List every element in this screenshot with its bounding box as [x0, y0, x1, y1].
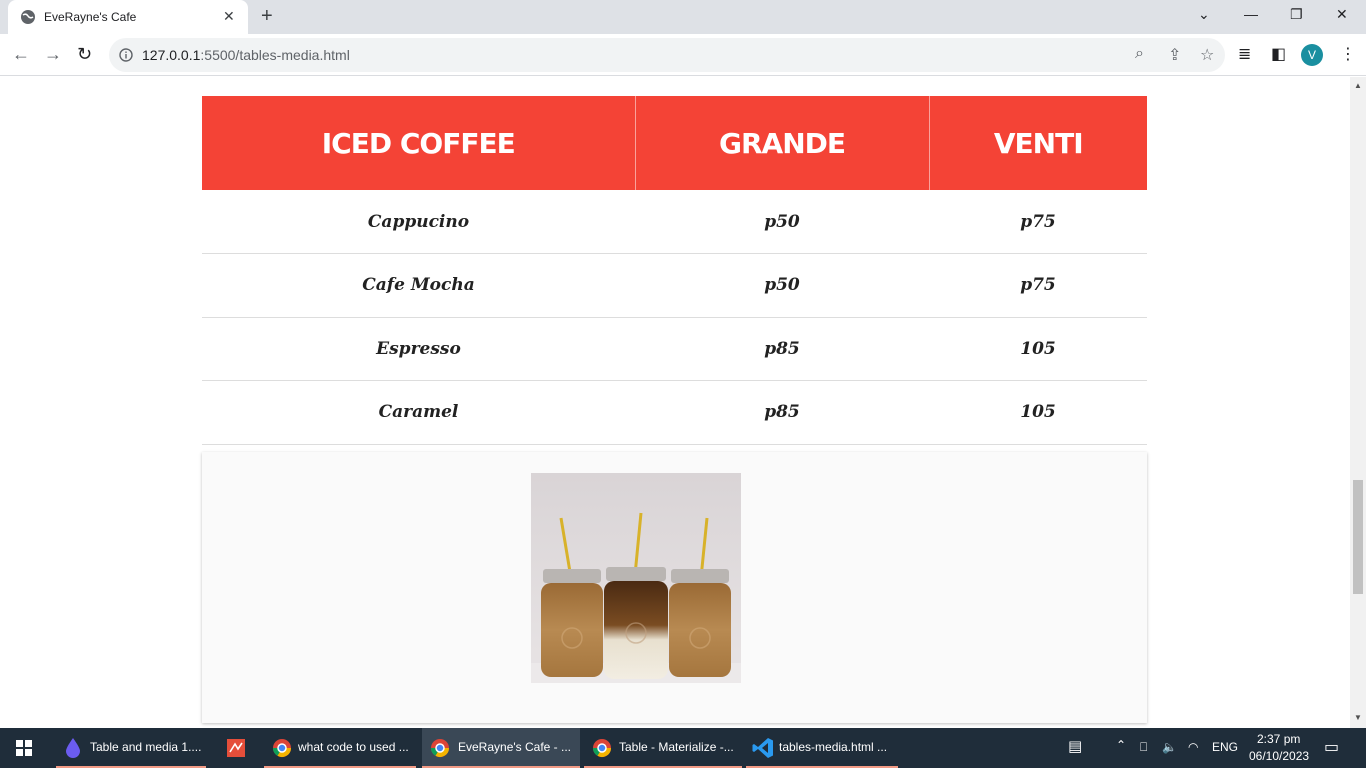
- restore-icon[interactable]: ❐: [1290, 6, 1303, 23]
- table-cell: 105: [929, 317, 1147, 381]
- table-cell: 105: [929, 380, 1147, 445]
- zoom-icon[interactable]: ⌕: [1135, 45, 1144, 63]
- media-control-icon[interactable]: ≣: [1238, 44, 1251, 64]
- table-cell: Caramel: [202, 380, 635, 445]
- table-cell: Espresso: [202, 317, 635, 381]
- table-cell: p75: [929, 190, 1147, 254]
- table-cell: Cafe Mocha: [202, 253, 635, 318]
- address-bar[interactable]: 127.0.0.1:5500/tables-media.html ⌕ ⇪ ☆: [109, 38, 1225, 72]
- taskbar-item-vscode[interactable]: tables-media.html ...: [746, 728, 898, 768]
- table-cell: p85: [635, 380, 929, 445]
- paint-drop-icon: [66, 738, 80, 758]
- clock-time[interactable]: 2:37 pm: [1257, 732, 1300, 746]
- browser-titlebar: EveRayne's Cafe ✕ + ⌄ — ❐ ✕: [0, 0, 1366, 34]
- url-path: :5500/tables-media.html: [200, 47, 350, 63]
- tray-chevron-icon[interactable]: ⌃: [1116, 738, 1126, 752]
- media-card: [202, 452, 1147, 723]
- table-cell: p85: [635, 317, 929, 381]
- chrome-icon: [593, 739, 611, 758]
- close-window-icon[interactable]: ✕: [1336, 6, 1348, 23]
- table-cell: Cappucino: [202, 190, 635, 254]
- table-header-row: ICED COFFEE GRANDE VENTI: [202, 96, 1147, 190]
- forward-icon[interactable]: →: [44, 44, 62, 65]
- table-header-cell: ICED COFFEE: [202, 96, 636, 190]
- table-header-cell: VENTI: [929, 96, 1147, 190]
- minimize-icon[interactable]: —: [1244, 6, 1258, 22]
- table-row: Caramel p85 105: [202, 380, 1147, 445]
- windows-start-icon[interactable]: [16, 740, 32, 756]
- page-viewport: ICED COFFEE GRANDE VENTI Cappucino p50 p…: [0, 77, 1350, 728]
- browser-tab[interactable]: EveRayne's Cafe ✕: [8, 0, 248, 34]
- scrollbar-thumb[interactable]: [1353, 480, 1363, 594]
- taskbar-item-label: EveRayne's Cafe - ...: [458, 740, 572, 754]
- clock-date[interactable]: 06/10/2023: [1249, 749, 1309, 763]
- new-tab-icon[interactable]: +: [261, 5, 273, 28]
- menu-table: ICED COFFEE GRANDE VENTI Cappucino p50 p…: [202, 96, 1147, 445]
- taskbar-item-app[interactable]: [214, 728, 258, 768]
- volume-icon[interactable]: 🔈: [1162, 740, 1177, 754]
- back-icon[interactable]: ←: [12, 44, 30, 65]
- pdf-app-icon: [227, 739, 245, 757]
- globe-icon: [21, 10, 35, 24]
- profile-avatar[interactable]: V: [1301, 44, 1323, 66]
- menu-kebab-icon[interactable]: ⋮: [1340, 44, 1356, 64]
- taskbar-item-chrome[interactable]: what code to used ...: [264, 728, 416, 768]
- scroll-down-icon[interactable]: ▼: [1354, 713, 1362, 722]
- iced-coffee-image: [531, 473, 741, 683]
- url-host: 127.0.0.1: [142, 47, 201, 63]
- tab-search-icon[interactable]: ⌄: [1198, 6, 1210, 23]
- tab-title: EveRayne's Cafe: [44, 10, 137, 24]
- table-header-cell: GRANDE: [635, 96, 930, 190]
- taskbar-item-chrome[interactable]: Table - Materialize -...: [584, 728, 742, 768]
- chrome-icon: [431, 739, 449, 758]
- windows-taskbar: Table and media 1.... what code to used …: [0, 728, 1366, 768]
- taskbar-item-chrome-active[interactable]: EveRayne's Cafe - ...: [422, 728, 580, 768]
- table-row: Cappucino p50 p75: [202, 190, 1147, 254]
- device-icon[interactable]: ⎕: [1140, 740, 1147, 755]
- news-widget-icon[interactable]: ▤: [1068, 737, 1082, 755]
- taskbar-item-label: Table - Materialize -...: [619, 740, 734, 754]
- vscode-icon: [752, 738, 773, 758]
- taskbar-item-app[interactable]: Table and media 1....: [56, 728, 206, 768]
- wifi-icon[interactable]: ◠: [1188, 740, 1198, 754]
- info-icon[interactable]: [119, 48, 133, 62]
- taskbar-item-label: tables-media.html ...: [779, 740, 888, 754]
- table-cell: p50: [635, 190, 929, 254]
- url-text[interactable]: 127.0.0.1:5500/tables-media.html: [142, 47, 350, 63]
- language-indicator[interactable]: ENG: [1212, 740, 1238, 754]
- table-row: Cafe Mocha p50 p75: [202, 253, 1147, 318]
- scroll-up-icon[interactable]: ▲: [1354, 81, 1362, 90]
- browser-toolbar: ← → ↻ 127.0.0.1:5500/tables-media.html ⌕…: [0, 34, 1366, 76]
- side-panel-icon[interactable]: ◧: [1271, 44, 1286, 64]
- bookmark-star-icon[interactable]: ☆: [1200, 45, 1214, 65]
- table-row: Espresso p85 105: [202, 317, 1147, 381]
- chrome-icon: [273, 739, 291, 758]
- notification-icon[interactable]: ▭: [1324, 737, 1339, 757]
- reload-icon[interactable]: ↻: [77, 44, 92, 65]
- taskbar-item-label: Table and media 1....: [90, 740, 202, 754]
- page-scrollbar[interactable]: ▲ ▼: [1350, 77, 1366, 728]
- table-cell: p50: [635, 253, 929, 318]
- share-icon[interactable]: ⇪: [1168, 45, 1181, 65]
- taskbar-item-label: what code to used ...: [298, 740, 409, 754]
- tab-close-icon[interactable]: ✕: [223, 8, 235, 25]
- table-cell: p75: [929, 253, 1147, 318]
